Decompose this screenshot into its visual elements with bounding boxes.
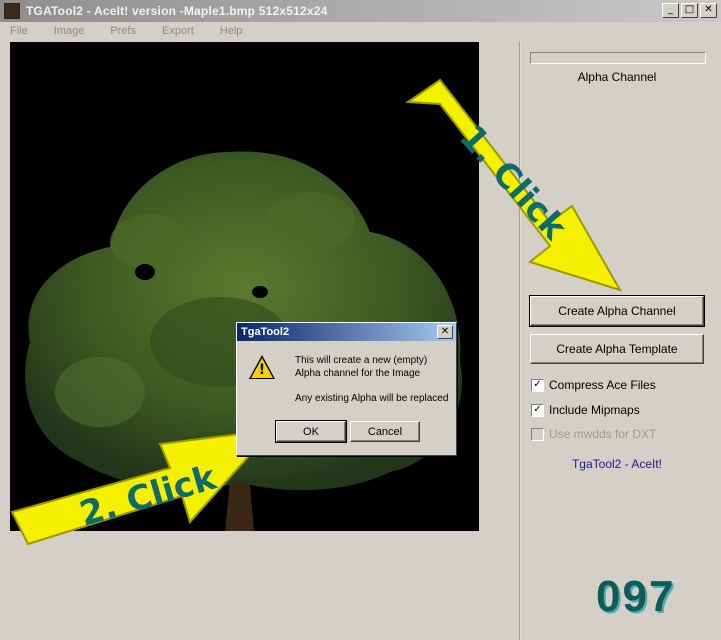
- close-button[interactable]: ✕: [700, 3, 717, 18]
- create-alpha-template-button[interactable]: Create Alpha Template: [530, 334, 704, 364]
- use-mwdds-label: Use mwdds for DXT: [549, 427, 657, 441]
- dialog-title-bar[interactable]: TgaTool2 ✕: [237, 323, 456, 341]
- use-mwdds-option: Use mwdds for DXT: [531, 427, 656, 441]
- dialog-message-line1: This will create a new (empty): [295, 355, 428, 366]
- minimize-button[interactable]: _: [662, 3, 679, 18]
- ok-button[interactable]: OK: [275, 420, 347, 443]
- app-icon: [4, 3, 20, 19]
- use-mwdds-checkbox: [531, 427, 544, 441]
- title-bar[interactable]: TGATool2 - AceIt! version -Maple1.bmp 51…: [0, 0, 721, 22]
- compress-ace-files-checkbox[interactable]: ✓: [531, 378, 544, 392]
- window-controls: _ □ ✕: [662, 3, 717, 18]
- progress-bar: [530, 52, 706, 64]
- menu-prefs[interactable]: Prefs: [100, 25, 136, 37]
- menu-image[interactable]: Image: [44, 25, 85, 37]
- dialog-title: TgaTool2: [241, 326, 290, 338]
- dialog-message-line3: Any existing Alpha will be replaced: [295, 393, 449, 404]
- step1-arrow-icon: 1. Click: [405, 78, 623, 292]
- compress-ace-files-label: Compress Ace Files: [549, 378, 656, 392]
- menu-file[interactable]: File: [0, 25, 28, 37]
- dialog-message-line2: Alpha channel for the Image: [295, 368, 421, 379]
- menu-bar: File Image Prefs Export Help: [0, 22, 721, 40]
- include-mipmaps-option[interactable]: ✓ Include Mipmaps: [531, 403, 640, 417]
- include-mipmaps-checkbox[interactable]: ✓: [531, 403, 544, 417]
- window-title: TGATool2 - AceIt! version -Maple1.bmp 51…: [26, 4, 328, 18]
- menu-help[interactable]: Help: [210, 25, 243, 37]
- step1-label: 1. Click: [451, 117, 575, 248]
- maximize-button[interactable]: □: [681, 3, 698, 18]
- compress-ace-files-option[interactable]: ✓ Compress Ace Files: [531, 378, 656, 392]
- confirm-dialog: TgaTool2 ✕ ! This will create a new (emp…: [236, 322, 457, 456]
- cancel-button[interactable]: Cancel: [350, 421, 420, 442]
- dialog-close-button[interactable]: ✕: [437, 325, 453, 339]
- page-number: 097: [596, 572, 676, 621]
- app-window: TGATool2 - AceIt! version -Maple1.bmp 51…: [0, 0, 721, 640]
- include-mipmaps-label: Include Mipmaps: [549, 403, 640, 417]
- warning-icon-mark: !: [258, 362, 266, 378]
- menu-export[interactable]: Export: [152, 25, 194, 37]
- step2-label: 2. Click: [75, 457, 221, 534]
- brand-label: TgaTool2 - AceIt!: [571, 457, 663, 471]
